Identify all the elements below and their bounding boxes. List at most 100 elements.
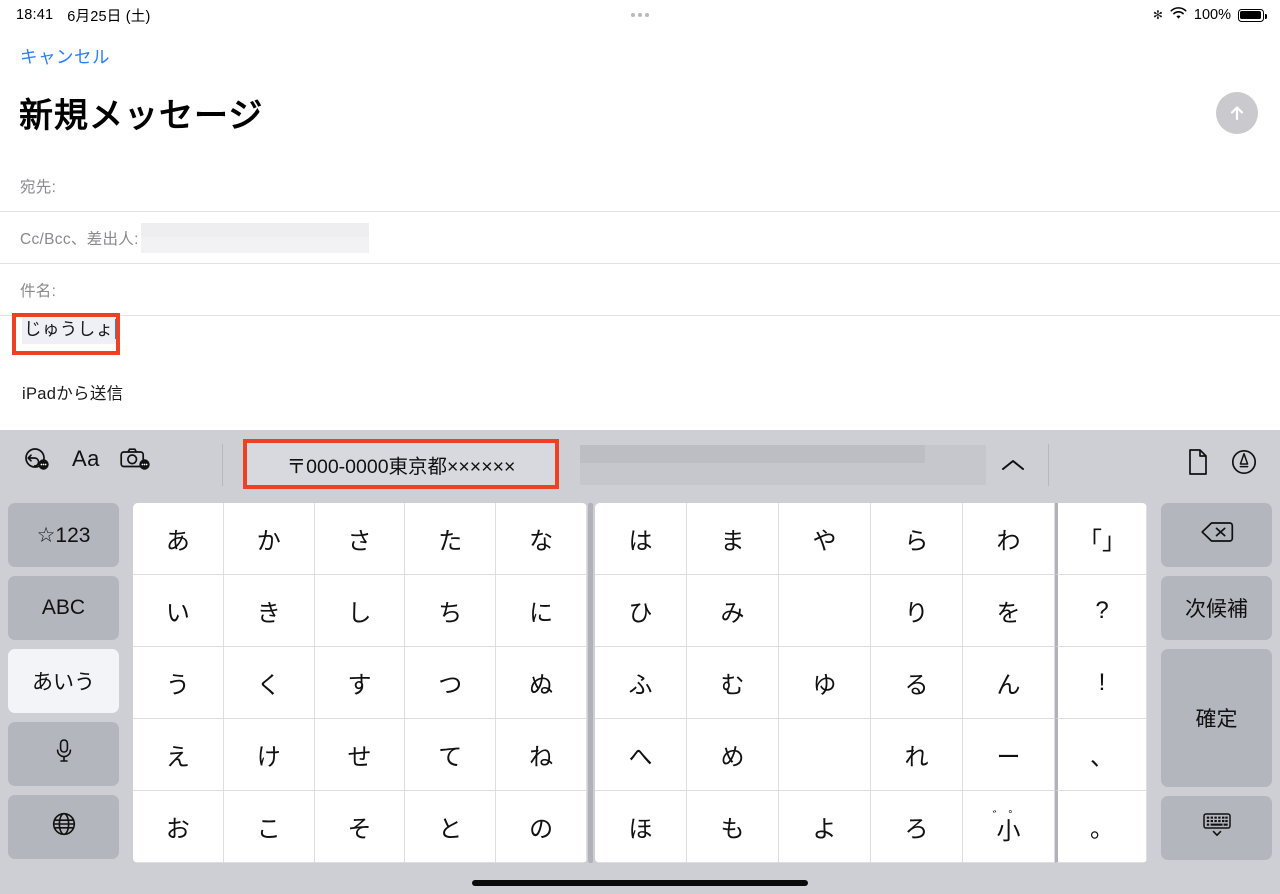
multitask-dots-icon[interactable] bbox=[631, 13, 649, 18]
kana-key[interactable]: ま bbox=[687, 503, 779, 575]
text-format-icon[interactable]: Aa bbox=[72, 446, 100, 472]
kana-key[interactable]: ! bbox=[1055, 647, 1147, 719]
kana-key[interactable]: し bbox=[314, 575, 406, 647]
status-bar: 18:41 6月25日 (土) ✻ 100% bbox=[0, 0, 1280, 30]
field-to-label: 宛先: bbox=[20, 178, 57, 196]
kana-key[interactable]: わ bbox=[963, 503, 1055, 575]
kana-key[interactable]: り bbox=[871, 575, 963, 647]
key-hide-keyboard[interactable] bbox=[1161, 796, 1272, 860]
field-cc-bcc-from[interactable]: Cc/Bcc、差出人: bbox=[0, 212, 1280, 264]
kana-key[interactable]: て bbox=[405, 719, 497, 791]
kana-key[interactable]: を bbox=[963, 575, 1055, 647]
kana-key[interactable]: ら bbox=[871, 503, 963, 575]
document-icon[interactable] bbox=[1186, 448, 1210, 481]
kana-key[interactable]: つ bbox=[405, 647, 497, 719]
key-globe[interactable] bbox=[8, 795, 119, 859]
kana-grid-divider bbox=[588, 503, 593, 863]
field-to[interactable]: 宛先: bbox=[0, 160, 1280, 212]
ipad-mail-compose-screen: 18:41 6月25日 (土) ✻ 100% キャンセル 新規メッセージ 宛先:… bbox=[0, 0, 1280, 894]
suggestion-candidate[interactable]: 〒000-0000東京都×××××× bbox=[247, 443, 555, 485]
kana-key[interactable]: な bbox=[496, 503, 587, 575]
undo-emoji-icon[interactable] bbox=[22, 446, 52, 472]
key-kana[interactable]: あいう bbox=[8, 649, 119, 713]
bluetooth-icon: ✻ bbox=[1152, 8, 1163, 22]
camera-emoji-icon[interactable] bbox=[120, 446, 153, 472]
kana-key[interactable]: え bbox=[133, 719, 224, 791]
kana-key[interactable]: い bbox=[133, 575, 224, 647]
status-bar-left: 18:41 6月25日 (土) bbox=[16, 5, 150, 26]
markup-pen-icon[interactable] bbox=[1230, 448, 1258, 481]
kana-key[interactable]: ち bbox=[405, 575, 497, 647]
kana-key[interactable]: 「」 bbox=[1055, 503, 1147, 575]
kana-key[interactable]: さ bbox=[314, 503, 406, 575]
kana-key[interactable]: 、 bbox=[1055, 719, 1147, 791]
kana-key[interactable]: よ bbox=[779, 791, 871, 863]
kana-key[interactable]: ろ bbox=[871, 791, 963, 863]
key-abc[interactable]: ABC bbox=[8, 576, 119, 640]
kana-key[interactable]: と bbox=[405, 791, 497, 863]
kana-key-empty bbox=[779, 575, 871, 647]
kana-key[interactable]: あ bbox=[133, 503, 224, 575]
composition-text-value: じゅうしょ bbox=[24, 319, 114, 339]
kana-key[interactable]: め bbox=[687, 719, 779, 791]
kana-key[interactable]: の bbox=[496, 791, 587, 863]
kana-key[interactable]: ほ bbox=[595, 791, 687, 863]
kana-key[interactable]: む bbox=[687, 647, 779, 719]
toolbar-divider-right bbox=[1048, 444, 1049, 486]
kana-key[interactable]: ひ bbox=[595, 575, 687, 647]
kana-key[interactable]: に bbox=[496, 575, 587, 647]
kana-key[interactable]: き bbox=[223, 575, 315, 647]
send-button[interactable] bbox=[1216, 92, 1258, 134]
key-dictation[interactable] bbox=[8, 722, 119, 786]
hide-keyboard-icon bbox=[1200, 812, 1234, 844]
key-next-candidate[interactable]: 次候補 bbox=[1161, 576, 1272, 640]
redacted-candidates[interactable] bbox=[580, 445, 986, 485]
kana-key[interactable]: へ bbox=[595, 719, 687, 791]
kana-grid-left: あかさたないきしちにうくすつぬえけせてねおこそとの bbox=[133, 503, 587, 863]
status-bar-right: ✻ 100% bbox=[1152, 6, 1268, 24]
kana-key[interactable]: み bbox=[687, 575, 779, 647]
kana-key[interactable]: す bbox=[314, 647, 406, 719]
key-grid: ☆123 ABC あいう あかさたないきしちにうくすつぬえけせてねおこそとの は… bbox=[0, 499, 1280, 894]
kana-key[interactable]: ? bbox=[1055, 575, 1147, 647]
kana-key[interactable]: ゛゜小 bbox=[963, 791, 1055, 863]
kana-key[interactable]: れ bbox=[871, 719, 963, 791]
kana-key[interactable]: ね bbox=[496, 719, 587, 791]
message-body[interactable]: じゅうしょ iPadから送信 bbox=[0, 316, 1280, 403]
right-function-column: 次候補 確定 bbox=[1161, 503, 1272, 860]
kana-key[interactable]: せ bbox=[314, 719, 406, 791]
kana-key[interactable]: ふ bbox=[595, 647, 687, 719]
field-subject[interactable]: 件名: bbox=[0, 264, 1280, 316]
key-delete[interactable] bbox=[1161, 503, 1272, 567]
kana-key[interactable]: そ bbox=[314, 791, 406, 863]
cancel-button[interactable]: キャンセル bbox=[20, 44, 110, 69]
kana-key[interactable]: ん bbox=[963, 647, 1055, 719]
kana-key[interactable]: お bbox=[133, 791, 224, 863]
battery-icon bbox=[1238, 8, 1268, 22]
composition-text[interactable]: じゅうしょ bbox=[22, 316, 118, 344]
kana-grid-right: はまやらわ「」ひみ りを? ふむゆるん! へめ れー、ほもよろ゛゜小。 bbox=[595, 503, 1147, 863]
redacted-sender-value bbox=[140, 222, 369, 253]
kana-key[interactable]: も bbox=[687, 791, 779, 863]
kana-key[interactable]: た bbox=[405, 503, 497, 575]
chevron-up-icon[interactable] bbox=[998, 450, 1028, 480]
kana-key[interactable]: は bbox=[595, 503, 687, 575]
kana-key[interactable]: る bbox=[871, 647, 963, 719]
kana-key[interactable]: 。 bbox=[1055, 791, 1147, 863]
key-confirm[interactable]: 確定 bbox=[1161, 649, 1272, 787]
kana-key[interactable]: こ bbox=[223, 791, 315, 863]
kana-key[interactable]: く bbox=[223, 647, 315, 719]
kana-key[interactable]: ー bbox=[963, 719, 1055, 791]
kana-key[interactable]: う bbox=[133, 647, 224, 719]
multitask-handle[interactable] bbox=[0, 7, 1280, 23]
kana-key[interactable]: か bbox=[223, 503, 315, 575]
kana-key[interactable]: や bbox=[779, 503, 871, 575]
kana-key[interactable]: ゆ bbox=[779, 647, 871, 719]
key-symbols[interactable]: ☆123 bbox=[8, 503, 119, 567]
kana-key[interactable]: け bbox=[223, 719, 315, 791]
japanese-keyboard: Aa ☆123 ABC あいう あ か さ た な い き し ち に う く … bbox=[0, 430, 1280, 894]
field-subject-label: 件名: bbox=[20, 282, 57, 300]
kana-key-empty bbox=[779, 719, 871, 791]
field-cc-bcc-from-label: Cc/Bcc、差出人: bbox=[20, 230, 139, 248]
kana-key[interactable]: ぬ bbox=[496, 647, 587, 719]
